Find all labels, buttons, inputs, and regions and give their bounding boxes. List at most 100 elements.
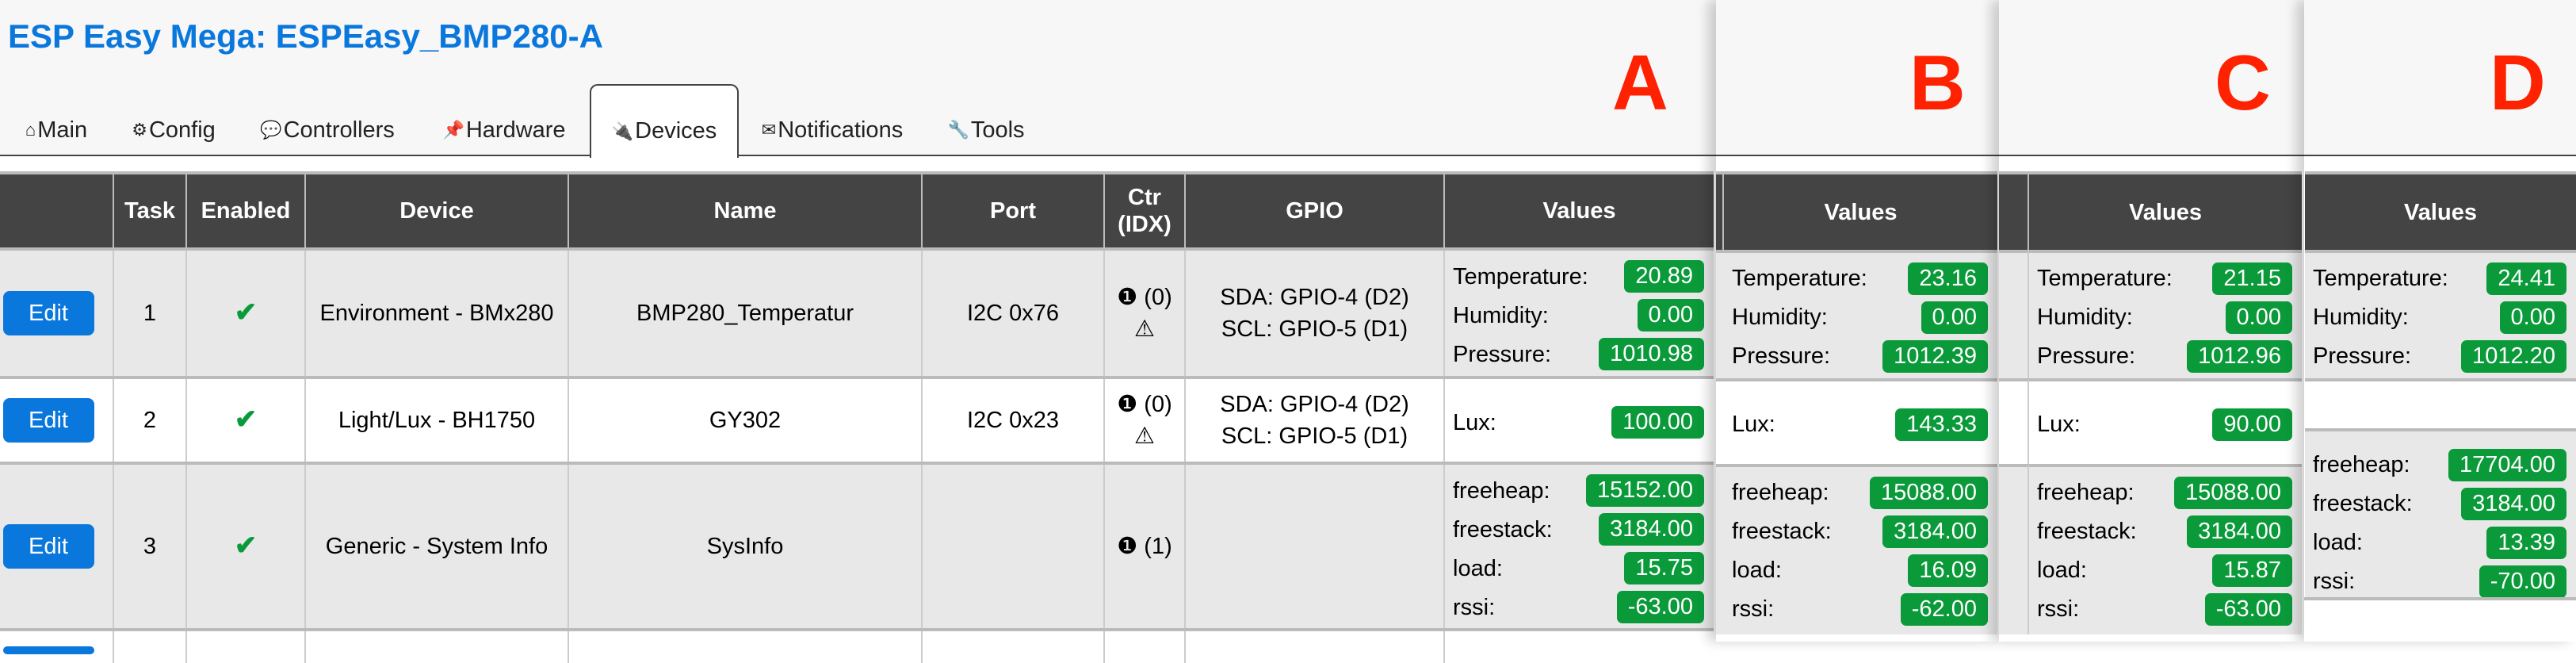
envelope-icon: ✉ [761, 120, 777, 140]
value-label: freeheap: [1453, 477, 1550, 504]
value-label: Temperature: [1732, 266, 1867, 291]
col-header-ctr: Ctr (IDX) [1103, 173, 1185, 249]
edit-button[interactable]: Edit [2, 291, 94, 335]
value-label: Humidity: [1732, 305, 1828, 330]
value-badge: -63.00 [1616, 591, 1704, 623]
values-cell: Temperature: 20.89 Humidity: 0.00 Pressure: 1… [1443, 247, 1714, 377]
value-badge: 1010.98 [1599, 338, 1704, 370]
col-header-device: Device [304, 173, 568, 249]
value-badge: 0.00 [1921, 301, 1988, 334]
col-header-enabled: Enabled [185, 173, 305, 249]
panel-letter: C [2215, 39, 2271, 126]
controller-idx: ❶ (0) ⚠ [1103, 376, 1185, 463]
edit-button[interactable]: Edit [2, 398, 94, 443]
value-badge: 3184.00 [1882, 515, 1988, 548]
panel-c: C Values Temperature: 21.15 Humidity: 0.00 Pre… [1999, 0, 2304, 642]
tab-label: Controllers [283, 117, 395, 143]
tab-main[interactable]: ⌂ Main [21, 84, 92, 157]
value-row: Temperature: 24.41 [2313, 259, 2566, 298]
value-label: load: [1732, 558, 1782, 583]
task-number: 2 [113, 376, 186, 463]
value-label: Pressure: [1453, 341, 1552, 367]
value-badge: 100.00 [1611, 406, 1704, 439]
value-label: Lux: [1732, 412, 1775, 437]
panel-letter: D [2490, 39, 2546, 126]
gear-icon: ⚙ [132, 120, 147, 140]
tab-notifications[interactable]: ✉ Notifications [753, 84, 912, 157]
tab-config[interactable]: ⚙ Config [127, 84, 220, 157]
col-header-name: Name [568, 173, 922, 249]
tab-controllers[interactable]: 💬 Controllers [252, 84, 403, 157]
value-label: rssi: [1453, 594, 1496, 620]
value-row: load: 16.09 [1732, 551, 1988, 590]
values-cell: Lux: 100.00 [1443, 376, 1714, 463]
value-row: freeheap: 15152.00 [1453, 471, 1704, 510]
value-label: freeheap: [2037, 480, 2135, 505]
tab-devices[interactable]: 🔌 Devices [590, 84, 739, 158]
value-label: Pressure: [2037, 343, 2136, 369]
gpio-scl: SCL: GPIO-5 (D1) [1221, 316, 1408, 342]
value-label: rssi: [1732, 596, 1775, 622]
table-cell [113, 628, 186, 663]
value-label: freestack: [2313, 491, 2413, 516]
header-sliver [1999, 171, 2029, 251]
value-badge: 90.00 [2212, 408, 2292, 441]
table-row: Edit 2 ✔ Light/Lux - BH1750 GY302 I2C 0x23 ❶ (… [0, 376, 1714, 463]
values-cell: Lux: 90.00 [2029, 378, 2302, 464]
value-label: freestack: [1453, 516, 1553, 542]
gpio-sda: SDA: GPIO-4 (D2) [1220, 285, 1409, 310]
values-cell: Temperature: 21.15 Humidity: 0.00 Pressure: 1… [2029, 250, 2302, 378]
panel-b: B Values Temperature: 23.16 Humidity: 0.00 Pre… [1716, 0, 1999, 642]
cell-sliver [1999, 464, 2029, 634]
value-label: Lux: [1453, 409, 1496, 435]
value-badge: 20.89 [1624, 260, 1704, 293]
task-number: 1 [113, 247, 186, 377]
gpio-cell: SDA: GPIO-4 (D2) SCL: GPIO-5 (D1) [1184, 376, 1444, 463]
pushpin-icon: 📌 [442, 120, 464, 140]
gpio-sda: SDA: GPIO-4 (D2) [1220, 392, 1409, 417]
value-row: Temperature: 20.89 [1453, 257, 1704, 296]
values-cell [2305, 378, 2576, 428]
values-cell: freeheap: 17704.00 freestack: 3184.00 load: 1… [2305, 428, 2576, 598]
empty-cell [2304, 597, 2576, 642]
table-cell [1443, 628, 1714, 663]
values-cell: freeheap: 15088.00 freestack: 3184.00 load: 1… [2029, 464, 2302, 634]
value-label: freeheap: [1732, 480, 1829, 505]
value-label: load: [1453, 555, 1503, 581]
value-badge: 1012.39 [1882, 340, 1988, 373]
devices-table: Task Enabled Device Name Port Ctr (IDX) … [0, 171, 1714, 663]
enabled-cell: ✔ [185, 462, 305, 630]
value-label: load: [2037, 558, 2087, 583]
value-badge: 0.00 [1637, 299, 1704, 332]
value-row: load: 15.75 [1453, 549, 1704, 588]
values-cell: Temperature: 23.16 Humidity: 0.00 Pressure: 1… [1724, 250, 1997, 378]
table-cell [1103, 628, 1185, 663]
warning-icon: ⚠ [1134, 316, 1155, 342]
value-badge: 17704.00 [2448, 449, 2566, 481]
value-row: load: 15.87 [2037, 551, 2292, 590]
tab-label: Notifications [778, 117, 904, 143]
enabled-cell: ✔ [185, 247, 305, 377]
cell-sliver [1999, 250, 2029, 378]
value-badge: 24.41 [2486, 263, 2566, 295]
table-row: Edit 3 ✔ Generic - System Info SysInfo ❶ (1) f… [0, 462, 1714, 630]
tab-hardware[interactable]: 📌 Hardware [434, 84, 574, 157]
edit-button[interactable]: Edit [2, 524, 94, 569]
value-row: Humidity: 0.00 [1453, 296, 1704, 335]
table-header-row: Task Enabled Device Name Port Ctr (IDX) … [0, 173, 1714, 249]
device-name: GY302 [568, 376, 922, 463]
col-header-gpio: GPIO [1184, 173, 1444, 249]
value-label: Humidity: [2313, 305, 2409, 330]
table-row [0, 628, 1714, 663]
tab-label: Hardware [465, 117, 566, 143]
plug-icon: 🔌 [611, 121, 634, 141]
tab-tools[interactable]: 🔧 Tools [942, 84, 1030, 157]
panel-d: D Values Temperature: 24.41 Humidity: 0.00 Pre… [2304, 0, 2576, 642]
value-label: Humidity: [2037, 305, 2133, 330]
value-badge: 21.15 [2212, 263, 2292, 295]
edit-button[interactable] [2, 646, 94, 654]
value-label: Temperature: [1453, 263, 1588, 289]
col-header-edit [0, 173, 113, 249]
table-cell [304, 628, 568, 663]
value-label: Lux: [2037, 412, 2081, 437]
